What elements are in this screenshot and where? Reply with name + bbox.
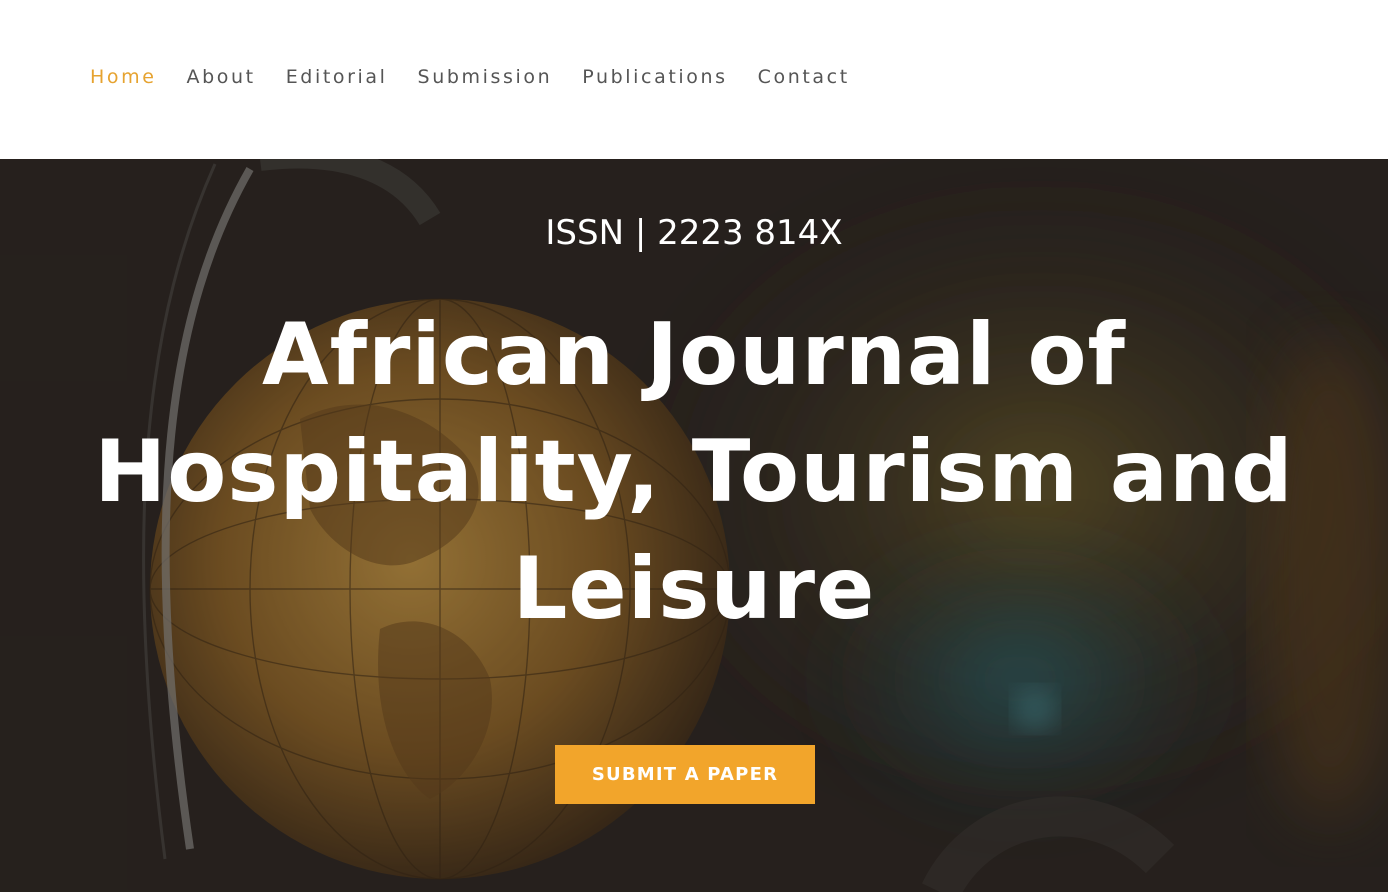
issn-text: ISSN | 2223 814X [545, 213, 843, 253]
submit-paper-button[interactable]: SUBMIT A PAPER [555, 745, 815, 804]
nav-item-publications[interactable]: Publications [582, 64, 727, 90]
main-nav: Home About Editorial Submission Publicat… [90, 64, 850, 90]
nav-item-editorial[interactable]: Editorial [286, 64, 388, 90]
site-header: Home About Editorial Submission Publicat… [0, 0, 1388, 159]
hero-section: ISSN | 2223 814X African Journal of Hosp… [0, 159, 1388, 892]
nav-item-submission[interactable]: Submission [418, 64, 553, 90]
nav-item-about[interactable]: About [187, 64, 256, 90]
journal-title: African Journal of Hospitality, Tourism … [94, 305, 1294, 639]
nav-item-home[interactable]: Home [90, 64, 157, 90]
nav-item-contact[interactable]: Contact [758, 64, 850, 90]
